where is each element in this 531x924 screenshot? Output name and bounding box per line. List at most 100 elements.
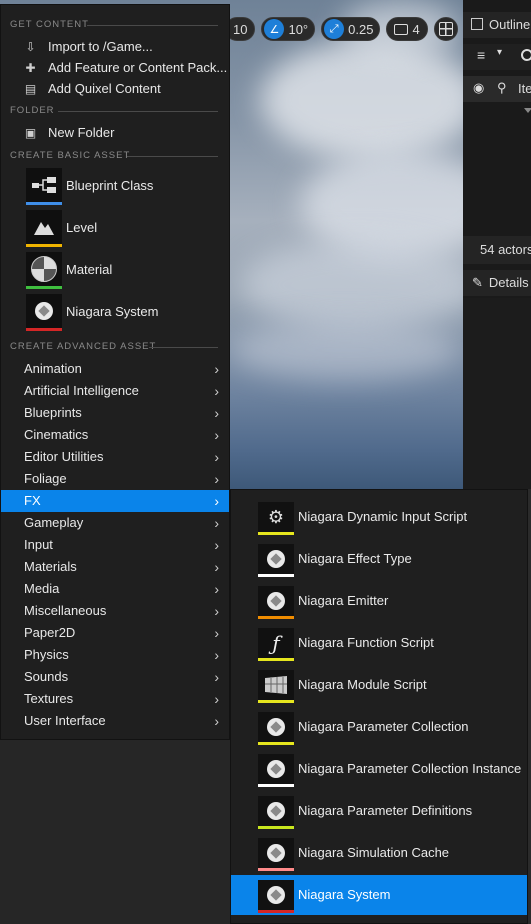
submenu-label: Sounds <box>24 669 69 684</box>
layout-button[interactable] <box>433 17 458 41</box>
submenu-paper2d[interactable]: Paper2D › <box>1 622 229 644</box>
submenu-label: Animation <box>24 361 82 376</box>
asset-label: Niagara Function Script <box>298 635 434 650</box>
asset-color-bar <box>26 202 62 205</box>
asset-color-bar <box>258 784 294 787</box>
new-folder-item[interactable]: ▣ New Folder <box>1 122 229 144</box>
submenu-materials[interactable]: Materials › <box>1 556 229 578</box>
asset-color-bar <box>26 328 62 331</box>
submenu-physics[interactable]: Physics › <box>1 644 229 666</box>
parameter-collection-instance-icon <box>258 754 294 784</box>
material-icon <box>26 252 62 286</box>
niagara-effect-type-item[interactable]: Niagara Effect Type <box>231 539 527 579</box>
asset-label: Niagara Parameter Collection <box>298 719 469 734</box>
niagara-dynamic-input-script-item[interactable]: ⚙ Niagara Dynamic Input Script <box>231 497 527 537</box>
add-feature-item[interactable]: ✚ Add Feature or Content Pack... <box>1 57 229 79</box>
item-label-column-header[interactable]: Ite <box>518 81 531 96</box>
submenu-editor-utilities[interactable]: Editor Utilities › <box>1 446 229 468</box>
add-quixel-item[interactable]: ▤ Add Quixel Content <box>1 78 229 100</box>
submenu-label: Materials <box>24 559 77 574</box>
submenu-cinematics[interactable]: Cinematics › <box>1 424 229 446</box>
niagara-system-icon <box>26 294 62 328</box>
level-item[interactable]: Level <box>25 210 245 248</box>
submenu-label: Physics <box>24 647 69 662</box>
effect-type-icon <box>258 544 294 574</box>
simulation-cache-icon <box>258 838 294 868</box>
scale-snap-value: 0.25 <box>348 21 374 37</box>
niagara-simulation-cache-item[interactable]: Niagara Simulation Cache <box>231 833 527 873</box>
niagara-parameter-collection-item[interactable]: Niagara Parameter Collection <box>231 707 527 747</box>
submenu-label: Artificial Intelligence <box>24 383 139 398</box>
niagara-system-item[interactable]: Niagara System <box>25 294 245 332</box>
menu-item-label: Add Quixel Content <box>48 81 161 96</box>
pin-icon[interactable]: ⚲ <box>497 80 507 96</box>
quixel-icon: ▤ <box>24 82 37 96</box>
import-icon: ⇩ <box>25 40 36 54</box>
niagara-emitter-item[interactable]: Niagara Emitter <box>231 581 527 621</box>
submenu-gameplay[interactable]: Gameplay › <box>1 512 229 534</box>
filter-icon[interactable]: ≡ <box>477 47 485 63</box>
chevron-right-icon: › <box>214 537 219 553</box>
submenu-user-interface[interactable]: User Interface › <box>1 710 229 732</box>
submenu-blueprints[interactable]: Blueprints › <box>1 402 229 424</box>
niagara-parameter-definitions-item[interactable]: Niagara Parameter Definitions <box>231 791 527 831</box>
submenu-miscellaneous[interactable]: Miscellaneous › <box>1 600 229 622</box>
asset-label: Niagara Parameter Definitions <box>298 803 473 818</box>
niagara-parameter-collection-instance-item[interactable]: Niagara Parameter Collection Instance <box>231 749 527 789</box>
section-divider <box>127 156 218 157</box>
chevron-right-icon: › <box>214 427 219 443</box>
chevron-right-icon: › <box>214 559 219 575</box>
submenu-animation[interactable]: Animation › <box>1 358 229 380</box>
material-item[interactable]: Material <box>25 252 245 290</box>
camera-speed-value: 4 <box>412 21 420 37</box>
import-to-game-item[interactable]: ⇩ Import to /Game... <box>1 36 229 58</box>
submenu-sounds[interactable]: Sounds › <box>1 666 229 688</box>
niagara-system-fx-item[interactable]: Niagara System <box>231 875 527 915</box>
parameter-definitions-icon <box>258 796 294 826</box>
niagara-module-script-item[interactable]: Niagara Module Script <box>231 665 527 705</box>
asset-label: Niagara Simulation Cache <box>298 845 450 860</box>
submenu-input[interactable]: Input › <box>1 534 229 556</box>
grid-snap-value: 10 <box>233 21 248 37</box>
asset-color-bar <box>258 574 294 577</box>
menu-item-label: Add Feature or Content Pack... <box>48 60 228 75</box>
asset-label: Niagara Effect Type <box>298 551 412 566</box>
submenu-artificial-intelligence[interactable]: Artificial Intelligence › <box>1 380 229 402</box>
submenu-foliage[interactable]: Foliage › <box>1 468 229 490</box>
camera-speed-button[interactable]: 4 <box>386 17 428 41</box>
chevron-down-icon[interactable]: ▾ <box>497 47 502 58</box>
chevron-right-icon: › <box>214 405 219 421</box>
function-script-icon: ƒ <box>258 628 294 658</box>
asset-color-bar <box>258 658 294 661</box>
submenu-fx[interactable]: FX › <box>1 490 229 512</box>
search-icon[interactable] <box>521 49 531 61</box>
chevron-right-icon: › <box>214 603 219 619</box>
submenu-media[interactable]: Media › <box>1 578 229 600</box>
outliner-icon <box>471 18 483 30</box>
details-tab[interactable]: ✎ Details <box>463 270 531 296</box>
submenu-label: Gameplay <box>24 515 84 530</box>
asset-color-bar <box>258 742 294 745</box>
menu-item-label: Import to /Game... <box>48 39 153 54</box>
details-icon: ✎ <box>472 275 483 290</box>
scale-snap-button[interactable]: ⤢ 0.25 <box>321 17 381 41</box>
blueprint-class-item[interactable]: Blueprint Class <box>25 168 245 206</box>
chevron-right-icon: › <box>214 647 219 663</box>
eye-icon[interactable]: ◉ <box>473 80 484 96</box>
details-title: Details <box>488 275 529 290</box>
niagara-function-script-item[interactable]: ƒ Niagara Function Script <box>231 623 527 663</box>
asset-color-bar <box>258 826 294 829</box>
submenu-label: Input <box>24 537 53 552</box>
angle-icon: ∠ <box>264 19 285 39</box>
outliner-tab[interactable]: Outliner <box>463 12 531 38</box>
chevron-right-icon: › <box>214 713 219 729</box>
actor-count-label: 54 actors <box>463 236 531 264</box>
angle-snap-button[interactable]: ∠ 10° <box>261 17 316 41</box>
asset-color-bar <box>258 532 294 535</box>
submenu-label: Foliage <box>24 471 67 486</box>
asset-label: Niagara Dynamic Input Script <box>298 509 468 524</box>
submenu-textures[interactable]: Textures › <box>1 688 229 710</box>
asset-label: Niagara Module Script <box>298 677 427 692</box>
chevron-right-icon: › <box>214 449 219 465</box>
viewport-toolbar: 10 ∠ 10° ⤢ 0.25 4 <box>225 16 458 42</box>
